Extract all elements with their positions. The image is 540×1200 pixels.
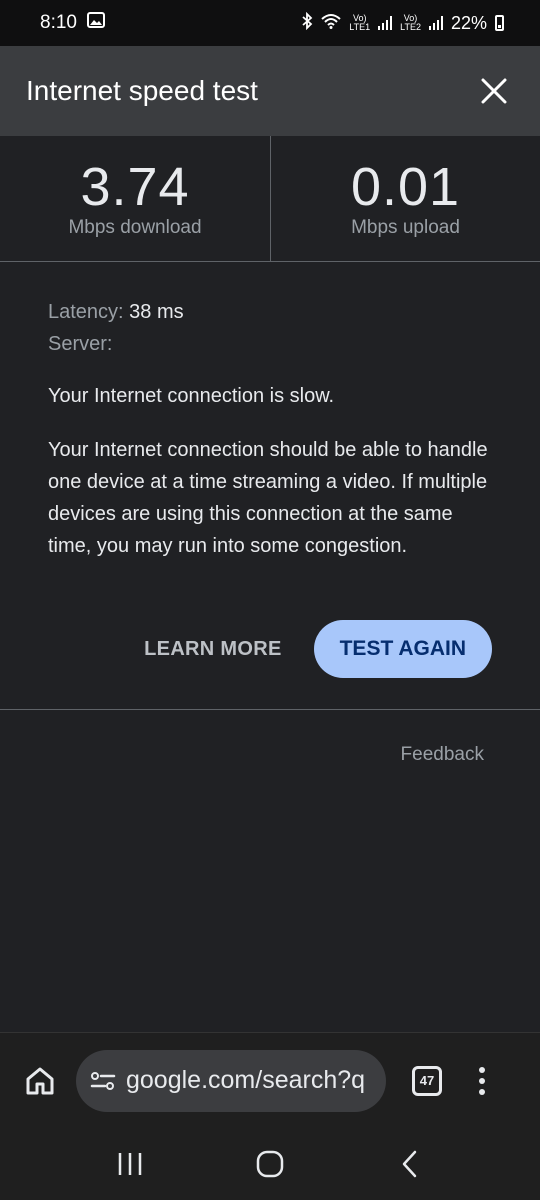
result-details: Latency: 38 ms Server: Your Internet con… [48, 296, 498, 562]
back-icon [402, 1150, 417, 1178]
tab-count: 47 [419, 1073, 435, 1088]
test-again-button[interactable]: TEST AGAIN [313, 620, 492, 678]
close-icon [481, 78, 507, 104]
result-description: Your Internet connection should be able … [48, 439, 488, 557]
result-summary: Your Internet connection is slow. [48, 385, 335, 407]
tab-switcher-button[interactable]: 47 [412, 1065, 442, 1096]
server-label: Server: [48, 333, 113, 355]
divider [0, 709, 540, 710]
dialog-header: Internet speed test [0, 46, 540, 136]
system-nav-bar [0, 1128, 540, 1200]
back-button[interactable] [380, 1139, 440, 1189]
url-text: google.com/search?q [126, 1066, 366, 1094]
screen: 8:10 Vo) LTE1 Vo) LTE2 22% Internet speed … [0, 0, 540, 1200]
upload-value: 0.01 [350, 156, 461, 217]
status-time: 8:10 [40, 12, 77, 33]
browser-toolbar: google.com/search?q 47 [0, 1032, 540, 1128]
home-button[interactable] [18, 1059, 62, 1103]
gallery-icon [86, 12, 105, 34]
download-metric: 3.74 Mbps download [0, 136, 270, 261]
latency-label: Latency: [48, 301, 124, 323]
home-icon [26, 1067, 54, 1094]
dialog-actions: LEARN MORE TEST AGAIN [0, 620, 540, 678]
latency-value: 38 ms [129, 301, 184, 323]
battery-percent: 22% [450, 12, 487, 33]
overflow-menu-button[interactable] [472, 1061, 492, 1101]
address-bar[interactable]: google.com/search?q [76, 1049, 386, 1112]
battery-icon [495, 15, 504, 31]
upload-metric: 0.01 Mbps upload [270, 136, 540, 261]
sim1-label: Vo) LTE1 [349, 13, 371, 32]
speed-metrics: 3.74 Mbps download 0.01 Mbps upload [0, 136, 540, 262]
upload-label: Mbps upload [351, 216, 460, 238]
dialog-title: Internet speed test [26, 75, 258, 106]
download-value: 3.74 [80, 156, 190, 217]
home-nav-button[interactable] [240, 1139, 300, 1189]
server-row: Server: [48, 328, 498, 360]
bluetooth-icon [301, 11, 313, 35]
recents-icon [118, 1153, 142, 1175]
recents-button[interactable] [100, 1139, 160, 1189]
signal-2-icon [428, 16, 443, 30]
signal-1-icon [378, 16, 393, 30]
learn-more-button[interactable]: LEARN MORE [144, 638, 281, 661]
status-bar: 8:10 Vo) LTE1 Vo) LTE2 22% [0, 0, 540, 46]
more-vert-icon [479, 1066, 485, 1073]
feedback-link[interactable]: Feedback [401, 744, 484, 766]
home-nav-icon [256, 1150, 284, 1178]
site-settings-icon [90, 1071, 116, 1090]
sim2-label: Vo) LTE2 [400, 13, 421, 32]
wifi-icon [321, 13, 341, 34]
close-button[interactable] [474, 71, 514, 111]
download-label: Mbps download [68, 216, 202, 238]
latency-row: Latency: 38 ms [48, 296, 498, 328]
